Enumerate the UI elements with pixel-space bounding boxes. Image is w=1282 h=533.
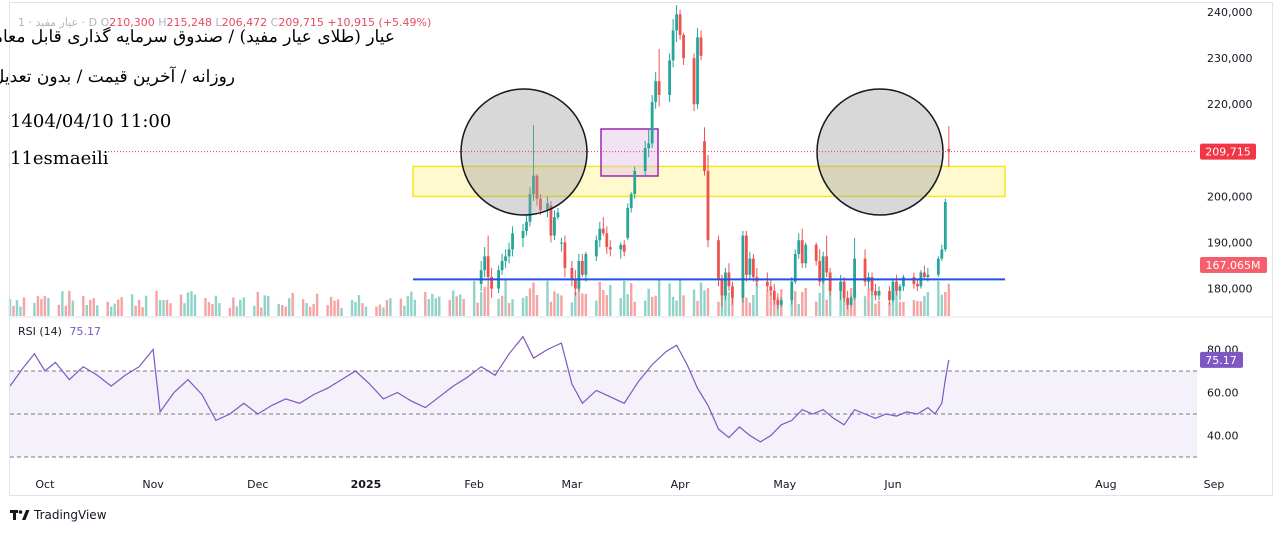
chart-subtitle: روزانه / آخرین قیمت / بدون تعدیل xyxy=(0,67,235,87)
chart-author: 11esmaeili xyxy=(10,148,109,169)
tradingview-brand-name: TradingView xyxy=(34,508,107,522)
rsi-legend-value: 75.17 xyxy=(69,325,101,338)
chart-title: عیار (طلای عیار مفید) / صندوق سرمایه گذا… xyxy=(0,27,395,47)
rsi-legend: RSI (14) 75.17 xyxy=(18,325,101,338)
rsi-legend-label: RSI (14) xyxy=(18,325,62,338)
chart-datetime: 1404/04/10 11:00 xyxy=(10,111,172,132)
tradingview-logo-icon xyxy=(10,509,30,521)
tradingview-brand[interactable]: TradingView xyxy=(10,508,107,522)
